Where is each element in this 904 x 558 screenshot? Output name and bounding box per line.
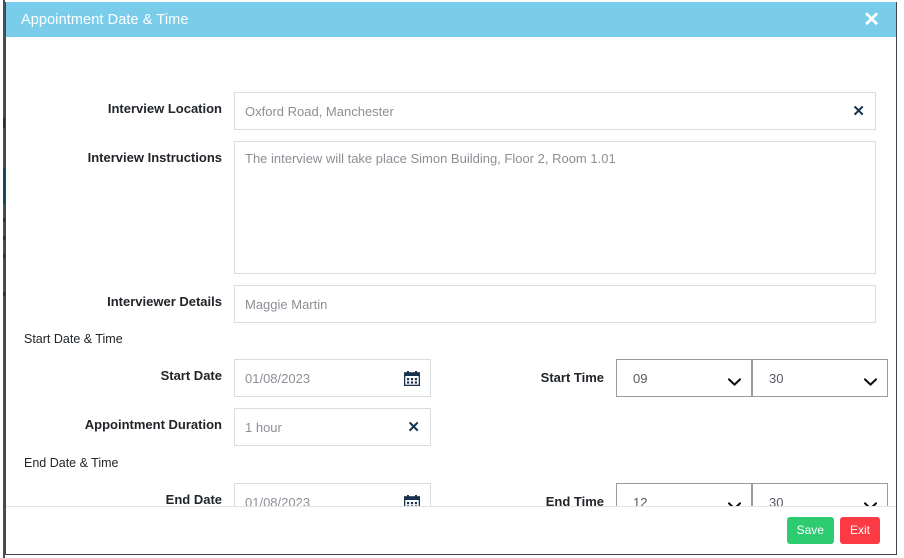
start-time-hour-value: 09 [633, 370, 648, 386]
end-time-group: End Time 12 30 [514, 483, 888, 506]
interviewer-details-label: Interviewer Details [107, 294, 222, 309]
start-date-value: 01/08/2023 [245, 370, 311, 386]
interview-location-input[interactable]: Oxford Road, Manchester ✕ [234, 92, 876, 130]
calendar-icon[interactable] [403, 494, 421, 506]
start-time-minute-select[interactable]: 30 [752, 359, 888, 397]
appointment-duration-label: Appointment Duration [84, 417, 222, 432]
end-time-minute-value: 30 [769, 494, 784, 507]
end-date-label: End Date [165, 492, 222, 506]
start-time-label: Start Time [540, 370, 604, 385]
appointment-duration-value: 1 hour [245, 419, 282, 435]
interview-location-label: Interview Location [107, 101, 222, 116]
start-time-group: Start Time 09 30 [514, 359, 888, 397]
end-time-label: End Time [545, 494, 604, 506]
field-row-interview-location: Interview Location Oxford Road, Manchest… [6, 92, 896, 130]
calendar-icon[interactable] [403, 370, 421, 386]
interviewer-details-field-wrap: Maggie Martin [234, 285, 876, 323]
field-row-interview-instructions: Interview Instructions The interview wil… [6, 141, 896, 274]
field-row-appointment-duration: Appointment Duration 1 hour ✕ [6, 408, 896, 446]
modal-body: Interview Location Oxford Road, Manchest… [6, 37, 896, 506]
chevron-down-icon [727, 374, 742, 386]
end-time-minute-select[interactable]: 30 [752, 483, 888, 506]
interview-location-field-wrap: Oxford Road, Manchester ✕ [234, 92, 876, 130]
modal-header: Appointment Date & Time ✕ [6, 2, 896, 37]
save-button[interactable]: Save [786, 517, 834, 544]
chevron-down-icon [863, 498, 878, 506]
start-section-label: Start Date & Time [24, 332, 123, 346]
end-date-field-wrap: 01/08/2023 [234, 483, 431, 506]
interview-instructions-field-wrap: The interview will take place Simon Buil… [234, 141, 876, 274]
interview-instructions-textarea[interactable]: The interview will take place Simon Buil… [234, 141, 876, 274]
appointment-modal: Appointment Date & Time ✕ Interview Loca… [5, 2, 897, 555]
clear-appointment-duration-icon[interactable]: ✕ [407, 420, 420, 435]
end-date-value: 01/08/2023 [245, 494, 311, 507]
start-date-input[interactable]: 01/08/2023 [234, 359, 431, 397]
end-time-hour-value: 12 [633, 494, 648, 507]
start-date-field-wrap: 01/08/2023 [234, 359, 431, 397]
start-date-label: Start Date [160, 368, 222, 383]
interview-instructions-label: Interview Instructions [87, 150, 222, 165]
close-icon[interactable]: ✕ [861, 10, 882, 30]
appointment-duration-input[interactable]: 1 hour ✕ [234, 408, 431, 446]
start-time-hour-select[interactable]: 09 [616, 359, 752, 397]
start-time-minute-value: 30 [769, 370, 784, 386]
modal-title: Appointment Date & Time [21, 11, 189, 28]
field-row-end-date-time: End Date 01/08/2023 End Time 12 30 [6, 483, 896, 506]
field-row-interviewer-details: Interviewer Details Maggie Martin [6, 285, 896, 323]
end-time-hour-select[interactable]: 12 [616, 483, 752, 506]
clear-interview-location-icon[interactable]: ✕ [852, 104, 865, 119]
end-date-input[interactable]: 01/08/2023 [234, 483, 431, 506]
chevron-down-icon [727, 498, 742, 506]
chevron-down-icon [863, 374, 878, 386]
exit-button[interactable]: Exit [839, 517, 880, 544]
end-section-label: End Date & Time [24, 456, 119, 470]
interview-location-value: Oxford Road, Manchester [245, 103, 394, 119]
field-row-start-date-time: Start Date 01/08/2023 Start Time 09 30 [6, 359, 896, 397]
interviewer-details-value: Maggie Martin [245, 296, 328, 312]
modal-footer: Save Exit [6, 506, 896, 554]
appointment-duration-field-wrap: 1 hour ✕ [234, 408, 431, 446]
interviewer-details-input[interactable]: Maggie Martin [234, 285, 876, 323]
